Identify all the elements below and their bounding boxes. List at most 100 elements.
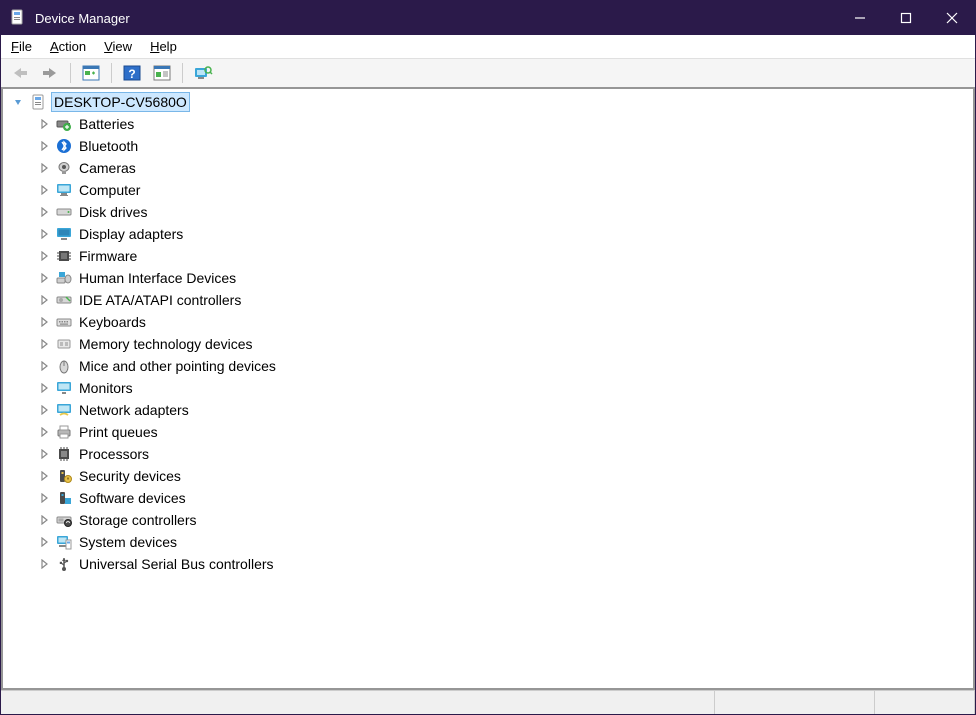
expander-closed-icon[interactable] [37, 117, 51, 131]
expander-closed-icon[interactable] [37, 403, 51, 417]
tree-item[interactable]: Keyboards [3, 311, 973, 333]
tree-item-label[interactable]: Human Interface Devices [77, 269, 238, 287]
tree-item[interactable]: Memory technology devices [3, 333, 973, 355]
tree-root[interactable]: DESKTOP-CV5680O [3, 91, 973, 113]
tree-item[interactable]: Display adapters [3, 223, 973, 245]
tree-item-label[interactable]: Universal Serial Bus controllers [77, 555, 276, 573]
tree-item[interactable]: Firmware [3, 245, 973, 267]
tree-item-label[interactable]: IDE ATA/ATAPI controllers [77, 291, 243, 309]
monitor-icon [55, 181, 73, 199]
tree-item-label[interactable]: Bluetooth [77, 137, 140, 155]
status-cell [715, 691, 875, 714]
security-icon [55, 467, 73, 485]
tree-item[interactable]: Storage controllers [3, 509, 973, 531]
expander-closed-icon[interactable] [37, 161, 51, 175]
tree-item-label[interactable]: Batteries [77, 115, 136, 133]
tree-item[interactable]: Disk drives [3, 201, 973, 223]
tree-item[interactable]: System devices [3, 531, 973, 553]
tree-item-label[interactable]: Software devices [77, 489, 188, 507]
expander-closed-icon[interactable] [37, 381, 51, 395]
expander-closed-icon[interactable] [37, 425, 51, 439]
tree-item-label[interactable]: Security devices [77, 467, 183, 485]
expander-closed-icon[interactable] [37, 293, 51, 307]
expander-closed-icon[interactable] [37, 557, 51, 571]
properties-button[interactable] [149, 61, 175, 85]
expander-open-icon[interactable] [11, 95, 25, 109]
status-cell [1, 691, 715, 714]
tree-item-label[interactable]: Network adapters [77, 401, 191, 419]
expander-closed-icon[interactable] [37, 315, 51, 329]
statusbar [1, 690, 975, 714]
tree-item[interactable]: Monitors [3, 377, 973, 399]
tree-item[interactable]: Universal Serial Bus controllers [3, 553, 973, 575]
tree-item-label[interactable]: Monitors [77, 379, 135, 397]
expander-closed-icon[interactable] [37, 447, 51, 461]
tree-item[interactable]: Human Interface Devices [3, 267, 973, 289]
tree-item-label[interactable]: Memory technology devices [77, 335, 255, 353]
expander-closed-icon[interactable] [37, 139, 51, 153]
battery-icon [55, 115, 73, 133]
window-title: Device Manager [35, 11, 837, 26]
close-button[interactable] [929, 1, 975, 35]
tree-item[interactable]: Computer [3, 179, 973, 201]
expander-closed-icon[interactable] [37, 359, 51, 373]
expander-closed-icon[interactable] [37, 205, 51, 219]
expander-closed-icon[interactable] [37, 513, 51, 527]
expander-closed-icon[interactable] [37, 227, 51, 241]
tree-item-label[interactable]: Disk drives [77, 203, 149, 221]
tree-item[interactable]: Security devices [3, 465, 973, 487]
expander-closed-icon[interactable] [37, 535, 51, 549]
status-cell [875, 691, 975, 714]
tree-item-label[interactable]: Computer [77, 181, 142, 199]
toolbar: ? [1, 59, 975, 89]
tree-item-label[interactable]: Firmware [77, 247, 139, 265]
forward-button[interactable] [37, 61, 63, 85]
maximize-button[interactable] [883, 1, 929, 35]
back-button[interactable] [7, 61, 33, 85]
tree-item-label[interactable]: Keyboards [77, 313, 148, 331]
help-button[interactable]: ? [119, 61, 145, 85]
tree-item[interactable]: Mice and other pointing devices [3, 355, 973, 377]
tree-item-label[interactable]: Cameras [77, 159, 138, 177]
scan-hardware-button[interactable] [190, 61, 216, 85]
tree-item[interactable]: Network adapters [3, 399, 973, 421]
monitor2-icon [55, 379, 73, 397]
tree-item-label[interactable]: Processors [77, 445, 151, 463]
tree-item-label[interactable]: Storage controllers [77, 511, 199, 529]
expander-closed-icon[interactable] [37, 337, 51, 351]
storage-icon [55, 511, 73, 529]
ide-icon [55, 291, 73, 309]
tree-item[interactable]: Software devices [3, 487, 973, 509]
show-hide-tree-button[interactable] [78, 61, 104, 85]
device-tree[interactable]: DESKTOP-CV5680O Batteries Bluetooth Camera… [1, 89, 975, 690]
tree-item[interactable]: Print queues [3, 421, 973, 443]
mouse-icon [55, 357, 73, 375]
usb-icon [55, 555, 73, 573]
expander-closed-icon[interactable] [37, 271, 51, 285]
expander-closed-icon[interactable] [37, 469, 51, 483]
minimize-button[interactable] [837, 1, 883, 35]
tree-item-label[interactable]: Print queues [77, 423, 160, 441]
tree-item[interactable]: Bluetooth [3, 135, 973, 157]
menu-help[interactable]: Help [150, 39, 177, 54]
tree-item[interactable]: Cameras [3, 157, 973, 179]
tree-item[interactable]: Batteries [3, 113, 973, 135]
system-icon [55, 533, 73, 551]
menu-file[interactable]: File [11, 39, 32, 54]
tree-item-label[interactable]: Mice and other pointing devices [77, 357, 278, 375]
menu-view[interactable]: View [104, 39, 132, 54]
computer-root-icon [29, 93, 47, 111]
tree-root-label[interactable]: DESKTOP-CV5680O [51, 92, 190, 112]
display-icon [55, 225, 73, 243]
tree-item-label[interactable]: System devices [77, 533, 179, 551]
tree-item[interactable]: IDE ATA/ATAPI controllers [3, 289, 973, 311]
menu-action[interactable]: Action [50, 39, 86, 54]
app-icon [9, 9, 27, 27]
expander-closed-icon[interactable] [37, 183, 51, 197]
tree-item[interactable]: Processors [3, 443, 973, 465]
camera-icon [55, 159, 73, 177]
expander-closed-icon[interactable] [37, 249, 51, 263]
cpu-icon [55, 445, 73, 463]
expander-closed-icon[interactable] [37, 491, 51, 505]
tree-item-label[interactable]: Display adapters [77, 225, 185, 243]
